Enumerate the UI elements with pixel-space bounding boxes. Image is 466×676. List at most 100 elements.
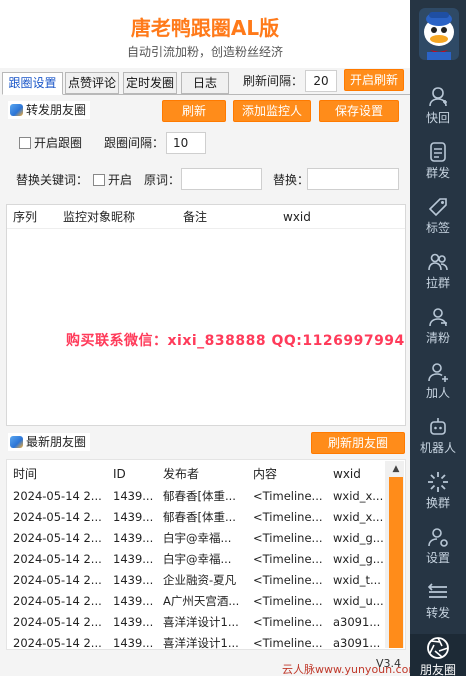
table-row[interactable]: 2024-05-14 2... 1439... 喜洋洋设计1... <Timeline… bbox=[7, 633, 391, 649]
original-word-input[interactable] bbox=[181, 168, 262, 190]
latest-table-body: 2024-05-14 2... 1439... 郁春香[体重... <Timeline… bbox=[7, 486, 391, 649]
latest-table-header: 时间 ID 发布者 内容 wxid bbox=[7, 460, 391, 485]
column-header[interactable]: 序列 bbox=[13, 209, 37, 225]
nav-pull-group[interactable]: 拉群 bbox=[410, 244, 466, 299]
table-cell: 1439... bbox=[113, 489, 154, 503]
nav-label: 换群 bbox=[425, 496, 450, 510]
nav-label: 群发 bbox=[425, 166, 450, 180]
table-cell: wxid_u... bbox=[333, 594, 384, 608]
monitor-table: 序列 监控对象昵称 备注 wxid bbox=[6, 204, 406, 426]
replace-word-label: 替换： bbox=[273, 173, 310, 187]
table-cell: 白宇@幸福... bbox=[163, 531, 232, 545]
replace-enable-checkbox[interactable] bbox=[93, 174, 105, 186]
table-cell: 郁春香[体重... bbox=[163, 489, 236, 503]
version-label: V3.4 bbox=[376, 657, 402, 670]
nav-group-send[interactable]: 群发 bbox=[410, 134, 466, 189]
table-cell: <Timeline... bbox=[253, 573, 323, 587]
tab-scheduled-post[interactable]: 定时发圈 bbox=[123, 72, 177, 94]
replace-enable-label: 开启 bbox=[108, 173, 133, 187]
nav-clear-fans[interactable]: 清粉 bbox=[410, 299, 466, 354]
tab-follow-settings[interactable]: 跟圈设置 bbox=[2, 72, 63, 95]
table-cell: 2024-05-14 2... bbox=[13, 615, 102, 629]
table-cell: <Timeline... bbox=[253, 594, 323, 608]
table-cell: wxid_t... bbox=[333, 573, 381, 587]
moments-section-icon bbox=[10, 104, 23, 116]
forward-icon bbox=[427, 583, 447, 598]
nav-switch-group[interactable]: 换群 bbox=[410, 464, 466, 519]
group-send-icon bbox=[430, 142, 446, 162]
nav-label: 拉群 bbox=[425, 276, 450, 290]
enable-follow-checkbox[interactable] bbox=[19, 137, 31, 149]
table-cell: 1439... bbox=[113, 552, 154, 566]
column-header[interactable]: wxid bbox=[333, 466, 361, 482]
nav-settings[interactable]: 设置 bbox=[410, 519, 466, 574]
nav-label: 机器人 bbox=[419, 441, 456, 455]
nav-robot[interactable]: 机器人 bbox=[410, 409, 466, 464]
table-cell: 2024-05-14 2... bbox=[13, 573, 102, 587]
clear-fans-icon bbox=[429, 308, 447, 327]
refresh-button[interactable]: 刷新 bbox=[162, 100, 226, 122]
nav-tags[interactable]: 标签 bbox=[410, 189, 466, 244]
table-cell: 1439... bbox=[113, 510, 154, 524]
table-row[interactable]: 2024-05-14 2... 1439... 喜洋洋设计1... <Timeline… bbox=[7, 612, 391, 633]
column-header[interactable]: wxid bbox=[283, 209, 311, 225]
robot-icon bbox=[430, 418, 446, 435]
replace-word-input[interactable] bbox=[307, 168, 399, 190]
table-cell: <Timeline... bbox=[253, 531, 323, 545]
refresh-moments-button[interactable]: 刷新朋友圈 bbox=[311, 432, 405, 454]
table-row[interactable]: 2024-05-14 2... 1439... 郁春香[体重... <Timeline… bbox=[7, 507, 391, 528]
table-cell: 2024-05-14 2... bbox=[13, 552, 102, 566]
column-header[interactable]: 发布者 bbox=[163, 466, 199, 482]
nav-label: 清粉 bbox=[425, 331, 450, 345]
table-row[interactable]: 2024-05-14 2... 1439... 企业融资-夏凡 <Timeline..… bbox=[7, 570, 391, 591]
refresh-interval-label: 刷新间隔： bbox=[243, 74, 304, 88]
table-cell: a3091... bbox=[333, 615, 381, 629]
refresh-interval-input[interactable]: 20 bbox=[305, 70, 337, 92]
column-header[interactable]: 内容 bbox=[253, 466, 277, 482]
original-word-label: 原词： bbox=[144, 173, 181, 187]
latest-moments-title: 最新朋友圈 bbox=[8, 433, 91, 451]
add-monitor-button[interactable]: 添加监控人 bbox=[233, 100, 311, 122]
add-friend-icon bbox=[428, 363, 448, 382]
table-row[interactable]: 2024-05-14 2... 1439... 白宇@幸福... <Timeline.… bbox=[7, 528, 391, 549]
table-cell: wxid_x... bbox=[333, 489, 384, 503]
nav-add-friend[interactable]: 加人 bbox=[410, 354, 466, 409]
table-row[interactable]: 2024-05-14 2... 1439... 白宇@幸福... <Timeline.… bbox=[7, 549, 391, 570]
table-row[interactable]: 2024-05-14 2... 1439... 郁春香[体重... <Timeline… bbox=[7, 486, 391, 507]
follow-interval-input[interactable]: 10 bbox=[166, 132, 206, 154]
tab-like-comment[interactable]: 点赞评论 bbox=[65, 72, 119, 94]
column-header[interactable]: ID bbox=[113, 466, 126, 482]
column-header[interactable]: 备注 bbox=[183, 209, 207, 225]
nav-quick-reply[interactable]: 快回 bbox=[410, 79, 466, 134]
table-cell: 企业融资-夏凡 bbox=[163, 573, 237, 587]
main-panel: 唐老鸭跟圈AL版 自动引流加粉，创造粉丝经济 跟圈设置 点赞评论 定时发圈 日志… bbox=[0, 0, 419, 676]
table-cell: 2024-05-14 2... bbox=[13, 489, 102, 503]
app-subtitle: 自动引流加粉，创造粉丝经济 bbox=[126, 45, 283, 59]
scroll-up-arrow-icon[interactable]: ▲ bbox=[389, 463, 403, 475]
monitor-table-header: 序列 监控对象昵称 备注 wxid bbox=[7, 205, 405, 229]
tag-icon bbox=[428, 198, 447, 217]
nav-label: 转发 bbox=[425, 606, 450, 620]
contact-watermark: 购买联系微信：xixi_838888 QQ:1126997994 bbox=[66, 333, 405, 349]
nav-label: 朋友圈 bbox=[419, 663, 456, 676]
table-row[interactable]: 2024-05-14 2... 1439... A广州天宫酒... <Timeline… bbox=[7, 591, 391, 612]
column-header[interactable]: 时间 bbox=[13, 466, 37, 482]
follow-interval-label: 跟圈间隔： bbox=[104, 136, 165, 150]
scrollbar-thumb[interactable] bbox=[389, 477, 403, 648]
nav-moments[interactable]: 朋友圈 bbox=[410, 634, 466, 676]
table-cell: <Timeline... bbox=[253, 489, 323, 503]
tab-log[interactable]: 日志 bbox=[181, 72, 229, 94]
table-cell: 2024-05-14 2... bbox=[13, 636, 102, 649]
replace-keyword-label: 替换关键词： bbox=[16, 173, 89, 187]
table-cell: 郁春香[体重... bbox=[163, 510, 236, 524]
table-cell: 1439... bbox=[113, 531, 154, 545]
nav-forward[interactable]: 转发 bbox=[410, 574, 466, 629]
column-header[interactable]: 监控对象昵称 bbox=[63, 209, 135, 225]
nav-label: 快回 bbox=[425, 111, 450, 125]
app-title: 唐老鸭跟圈AL版 bbox=[130, 16, 280, 40]
save-settings-button[interactable]: 保存设置 bbox=[319, 100, 399, 122]
table-cell: <Timeline... bbox=[253, 510, 323, 524]
table-cell: 喜洋洋设计1... bbox=[163, 636, 239, 649]
start-refresh-button[interactable]: 开启刷新 bbox=[344, 69, 404, 91]
donald-duck-avatar bbox=[419, 8, 459, 60]
